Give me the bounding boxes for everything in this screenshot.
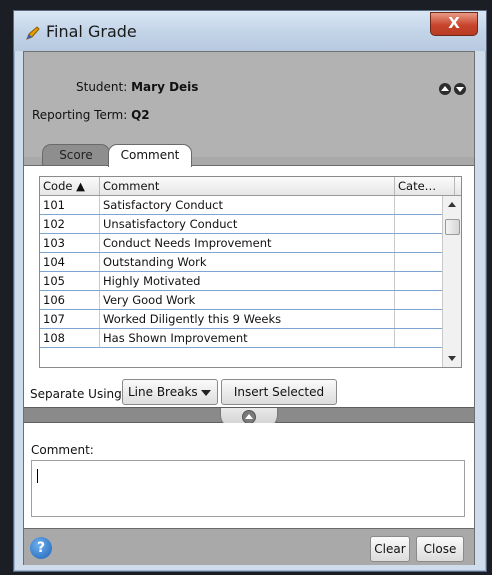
student-name: Mary Deis	[131, 80, 199, 94]
dialog-body: Student: Mary Deis Reporting Term: Q2 Sc…	[23, 51, 475, 565]
cell-code: 103	[40, 233, 100, 253]
column-header-code[interactable]: Code ▲	[40, 177, 100, 196]
previous-student-icon[interactable]	[439, 83, 451, 95]
table-row[interactable]: 104 Outstanding Work	[40, 252, 461, 272]
window-title: Final Grade	[46, 22, 137, 41]
column-header-spacer	[454, 177, 461, 196]
collapse-icon	[242, 410, 256, 424]
help-icon[interactable]: ?	[30, 537, 52, 559]
term-value: Q2	[131, 108, 150, 122]
pencil-icon	[26, 26, 40, 40]
cell-code: 107	[40, 309, 100, 329]
table-row[interactable]: 103 Conduct Needs Improvement	[40, 233, 461, 253]
scroll-down-icon[interactable]	[448, 356, 456, 361]
insert-selected-button[interactable]: Insert Selected	[221, 379, 337, 405]
student-row: Student: Mary Deis	[76, 80, 198, 94]
cell-code: 105	[40, 271, 100, 291]
cell-comment: Has Shown Improvement	[99, 328, 395, 348]
column-header-comment[interactable]: Comment	[99, 177, 395, 196]
comment-table: Code ▲ Comment Cate… 101 Satisfactory Con…	[39, 176, 462, 368]
term-row: Reporting Term: Q2	[32, 108, 150, 122]
chevron-down-icon	[201, 390, 211, 396]
cell-comment: Worked Diligently this 9 Weeks	[99, 309, 395, 329]
scroll-thumb[interactable]	[445, 219, 460, 235]
cell-comment: Satisfactory Conduct	[99, 195, 395, 215]
comment-textarea[interactable]	[31, 460, 465, 517]
tab-comment[interactable]: Comment	[108, 144, 192, 167]
clear-button[interactable]: Clear	[370, 536, 410, 562]
table-row[interactable]: 105 Highly Motivated	[40, 271, 461, 291]
cell-comment: Unsatisfactory Conduct	[99, 214, 395, 234]
cell-code: 106	[40, 290, 100, 310]
term-label: Reporting Term:	[32, 108, 128, 122]
next-student-icon[interactable]	[454, 83, 466, 95]
table-row[interactable]: 101 Satisfactory Conduct	[40, 195, 461, 215]
cell-comment: Conduct Needs Improvement	[99, 233, 395, 253]
separator-value: Line Breaks	[128, 385, 198, 399]
cell-code: 108	[40, 328, 100, 348]
table-row[interactable]: 107 Worked Diligently this 9 Weeks	[40, 309, 461, 329]
cell-comment: Very Good Work	[99, 290, 395, 310]
splitter-bar[interactable]	[24, 407, 474, 429]
title-bar[interactable]: Final Grade X	[14, 11, 486, 51]
window-close-button[interactable]: X	[430, 12, 478, 36]
final-grade-window: Final Grade X Student: Mary Deis Reporti…	[13, 10, 487, 572]
separator-dropdown[interactable]: Line Breaks	[122, 379, 218, 405]
comment-entry-section: Comment:	[24, 423, 474, 528]
table-row[interactable]: 106 Very Good Work	[40, 290, 461, 310]
table-scrollbar[interactable]	[442, 196, 461, 367]
text-caret	[37, 469, 38, 483]
student-label: Student:	[76, 80, 128, 94]
separate-using-label: Separate Using	[30, 387, 122, 401]
table-row[interactable]: 108 Has Shown Improvement	[40, 328, 461, 348]
column-header-category[interactable]: Cate…	[394, 177, 455, 196]
cell-code: 104	[40, 252, 100, 272]
table-row[interactable]: 102 Unsatisfactory Conduct	[40, 214, 461, 234]
cell-code: 102	[40, 214, 100, 234]
cell-comment: Highly Motivated	[99, 271, 395, 291]
tab-score[interactable]: Score	[42, 144, 110, 166]
cell-code: 101	[40, 195, 100, 215]
dialog-footer: ? Clear Close	[24, 528, 474, 565]
comment-label: Comment:	[31, 443, 94, 457]
close-button[interactable]: Close	[416, 536, 464, 562]
student-header: Student: Mary Deis Reporting Term: Q2	[24, 52, 474, 157]
scroll-up-icon[interactable]	[448, 202, 456, 207]
comment-panel: Code ▲ Comment Cate… 101 Satisfactory Con…	[24, 165, 474, 408]
cell-comment: Outstanding Work	[99, 252, 395, 272]
